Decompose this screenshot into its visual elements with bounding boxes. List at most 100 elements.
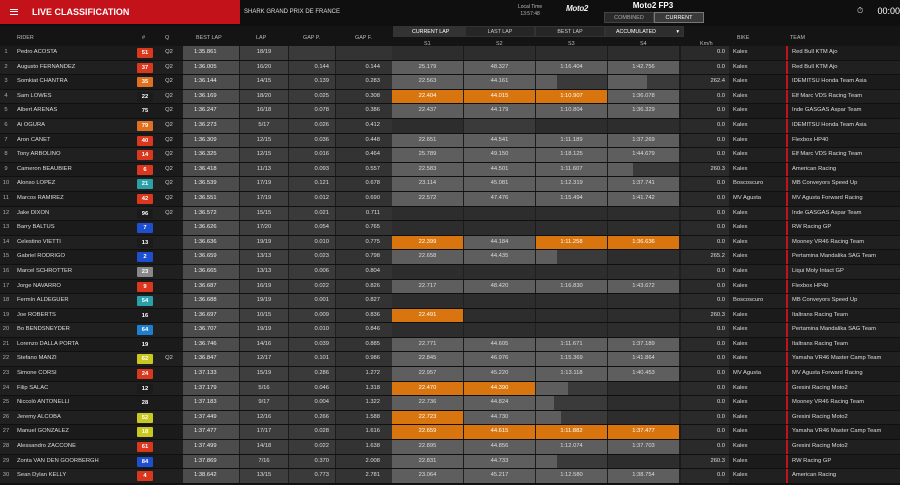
- table-row[interactable]: 27 Manuel GONZALEZ 18 1:37.477 17/17 0.028 1.6…: [0, 425, 900, 441]
- rider-name: Marcel SCHROTTER: [17, 267, 73, 274]
- sector-1-cell: 22.572: [392, 191, 463, 206]
- table-row[interactable]: 10 Alonso LOPEZ 21 Q2 1:36.539 17/19 0.121 0.67…: [0, 177, 900, 192]
- sector-4-cell: 1:37.703: [608, 440, 679, 454]
- gap-previous-cell: 0.773: [289, 469, 335, 483]
- table-row[interactable]: 11 Marcos RAMIREZ 42 Q2 1:36.551 17/19 0.012 0.…: [0, 191, 900, 207]
- speed-cell: 0.0: [681, 381, 729, 396]
- sector-3-cell: [536, 250, 607, 264]
- speed-cell: 0.0: [681, 264, 729, 279]
- current-button[interactable]: CURRENT: [654, 12, 704, 23]
- table-row[interactable]: 23 Simone CORSI 24 1:37.133 15/19 0.286 1.272 2…: [0, 367, 900, 382]
- gap-previous-cell: 0.046: [289, 381, 335, 396]
- best-lap-cell: 1:36.539: [183, 177, 239, 191]
- table-row[interactable]: 17 Jorge NAVARRO 9 1:36.687 16/19 0.022 0.826 2…: [0, 279, 900, 295]
- table-row[interactable]: 5 Albert ARENAS 75 Q2 1:36.247 16/18 0.078 0.38…: [0, 104, 900, 119]
- bike-cell: Kalex: [733, 399, 748, 406]
- sector-2-cell: 45.220: [464, 367, 535, 381]
- sector-3-cell: 1:12.580: [536, 469, 607, 483]
- gap-previous-cell: 0.001: [289, 294, 335, 308]
- table-row[interactable]: 21 Lorenzo DALLA PORTA 19 1:36.746 14/16 0.03…: [0, 337, 900, 353]
- gap-first-cell: 1.638: [336, 440, 392, 454]
- sector-2-cell: 44.730: [464, 410, 535, 425]
- sector-3-cell: [536, 381, 607, 396]
- table-row[interactable]: 19 Joe ROBERTS 16 1:36.697 10/15 0.009 0.836 22…: [0, 308, 900, 324]
- rider-number-badge: 84: [137, 456, 153, 467]
- gap-first-cell: 0.836: [336, 308, 392, 323]
- q-cell: Q2: [165, 92, 173, 99]
- table-row[interactable]: 14 Celestino VIETTI 13 1:36.636 19/19 0.010 0.…: [0, 235, 900, 251]
- sector-3-cell: 1:11.258: [536, 235, 607, 250]
- table-row[interactable]: 12 Jake DIXON 96 Q2 1:36.572 15/15 0.021 0.711 0…: [0, 206, 900, 222]
- sector-3-cell: 1:10.907: [536, 89, 607, 104]
- rider-number-badge: 14: [137, 150, 153, 161]
- table-row[interactable]: 29 Zonta VAN DEN GOORBERGH 84 1:37.869 7/16 0…: [0, 454, 900, 470]
- best-lap-cell: 1:36.746: [183, 337, 239, 352]
- col-best-lap[interactable]: BEST LAP: [196, 31, 222, 46]
- sector-1-cell: 22.659: [392, 425, 463, 440]
- sector-4-cell: [608, 323, 679, 337]
- table-row[interactable]: 26 Jeremy ALCOBA 52 1:37.449 12/16 0.266 1.588…: [0, 410, 900, 426]
- sector-4-cell: 1:41.864: [608, 352, 679, 367]
- best-lap-cell: 1:36.665: [183, 264, 239, 279]
- menu-icon[interactable]: [10, 9, 18, 15]
- gap-first-cell: 0.386: [336, 104, 392, 118]
- table-row[interactable]: 2 Augusto FERNANDEZ 37 Q2 1:36.005 16/20 0.144…: [0, 60, 900, 76]
- rider-name: Alonso LOPEZ: [17, 180, 56, 187]
- table-row[interactable]: 18 Fermín ALDEGUER 54 1:36.688 19/19 0.001 0.8…: [0, 294, 900, 309]
- bike-cell: Kalex: [733, 209, 748, 216]
- bike-cell: Kalex: [733, 267, 748, 274]
- view-toggle: COMBINED CURRENT: [604, 12, 704, 23]
- table-row[interactable]: 13 Barry BALTUS 7 1:36.626 17/20 0.054 0.765 0.…: [0, 221, 900, 236]
- table-row[interactable]: 28 Alessandro ZACCONE 61 1:37.499 14/18 0.022…: [0, 440, 900, 455]
- table-row[interactable]: 6 Ai OGURA 79 Q2 1:36.273 5/17 0.026 0.412 0.0 Ka…: [0, 118, 900, 134]
- table-row[interactable]: 1 Pedro ACOSTA 51 Q2 1:35.861 18/19 0.0 Kalex Re…: [0, 46, 900, 61]
- col-bike[interactable]: BIKE: [737, 31, 749, 46]
- position-cell: 30: [2, 472, 10, 479]
- table-row[interactable]: 8 Tony ARBOLINO 14 Q2 1:36.325 12/15 0.016 0.46…: [0, 148, 900, 163]
- rider-name: Jorge NAVARRO: [17, 282, 61, 289]
- sector-4-cell: 1:40.453: [608, 367, 679, 381]
- bike-cell: Kalex: [733, 238, 748, 245]
- q-cell: Q2: [165, 136, 173, 143]
- sector-1-cell: 22.957: [392, 367, 463, 381]
- lap-cell: 17/19: [240, 177, 288, 191]
- speed-cell: 0.0: [681, 177, 729, 191]
- best-lap-cell: 1:36.309: [183, 133, 239, 148]
- table-row[interactable]: 9 Cameron BEAUBIER 6 Q2 1:36.418 11/13 0.093 0.…: [0, 162, 900, 178]
- col-team[interactable]: TEAM: [790, 31, 805, 46]
- table-row[interactable]: 22 Stefano MANZI 62 Q2 1:36.847 12/17 0.101 0.9…: [0, 352, 900, 368]
- table-row[interactable]: 25 Niccolò ANTONELLI 28 1:37.183 9/17 0.004 1.…: [0, 396, 900, 411]
- bike-cell: Kalex: [733, 136, 748, 143]
- bike-cell: Kalex: [733, 355, 748, 362]
- combined-button[interactable]: COMBINED: [604, 12, 654, 23]
- gap-previous-cell: 0.010: [289, 235, 335, 250]
- gap-first-cell: 1.318: [336, 381, 392, 396]
- lap-cell: 17/17: [240, 425, 288, 440]
- bike-cell: Kalex: [733, 253, 748, 260]
- table-row[interactable]: 15 Gabriel RODRIGO 2 1:36.659 13/13 0.023 0.79…: [0, 250, 900, 265]
- lap-cell: 12/15: [240, 148, 288, 162]
- col-number[interactable]: #: [142, 31, 145, 46]
- rider-name: Barry BALTUS: [17, 224, 55, 231]
- col-rider[interactable]: RIDER: [17, 31, 34, 46]
- gap-first-cell: 0.711: [336, 206, 392, 221]
- table-row[interactable]: 3 Somkiat CHANTRA 35 Q2 1:36.144 14/15 0.139 0.…: [0, 75, 900, 90]
- team-cell: MB Conveyors Speed Up: [786, 294, 900, 308]
- page-title: LIVE CLASSIFICATION: [32, 7, 130, 17]
- table-row[interactable]: 4 Sam LOWES 22 Q2 1:36.169 18/20 0.025 0.308 22.…: [0, 89, 900, 105]
- rider-number-badge: 40: [137, 135, 153, 146]
- col-q[interactable]: Q: [165, 31, 169, 46]
- sector-3-cell: [536, 46, 607, 60]
- table-row[interactable]: 16 Marcel SCHROTTER 23 1:36.665 13/13 0.006 0.…: [0, 264, 900, 280]
- table-row[interactable]: 20 Bo BENDSNEYDER 64 1:36.707 19/19 0.010 0.84…: [0, 323, 900, 338]
- table-row[interactable]: 7 Aron CANET 40 Q2 1:36.309 12/15 0.036 0.448 22…: [0, 133, 900, 149]
- table-row[interactable]: 30 Sean Dylan KELLY 4 1:38.642 13/15 0.773 2.7…: [0, 469, 900, 484]
- sector-1-cell: 25.179: [392, 60, 463, 75]
- table-row[interactable]: 24 Filip SALAC 12 1:37.179 5/16 0.046 1.318 22.…: [0, 381, 900, 397]
- sector-1-cell: 22.723: [392, 410, 463, 425]
- col-gap-f[interactable]: GAP F.: [355, 31, 372, 46]
- position-cell: 26: [2, 413, 10, 420]
- col-gap-p[interactable]: GAP P.: [303, 31, 320, 46]
- col-lap[interactable]: LAP: [256, 31, 266, 46]
- speed-cell: 0.0: [681, 89, 729, 104]
